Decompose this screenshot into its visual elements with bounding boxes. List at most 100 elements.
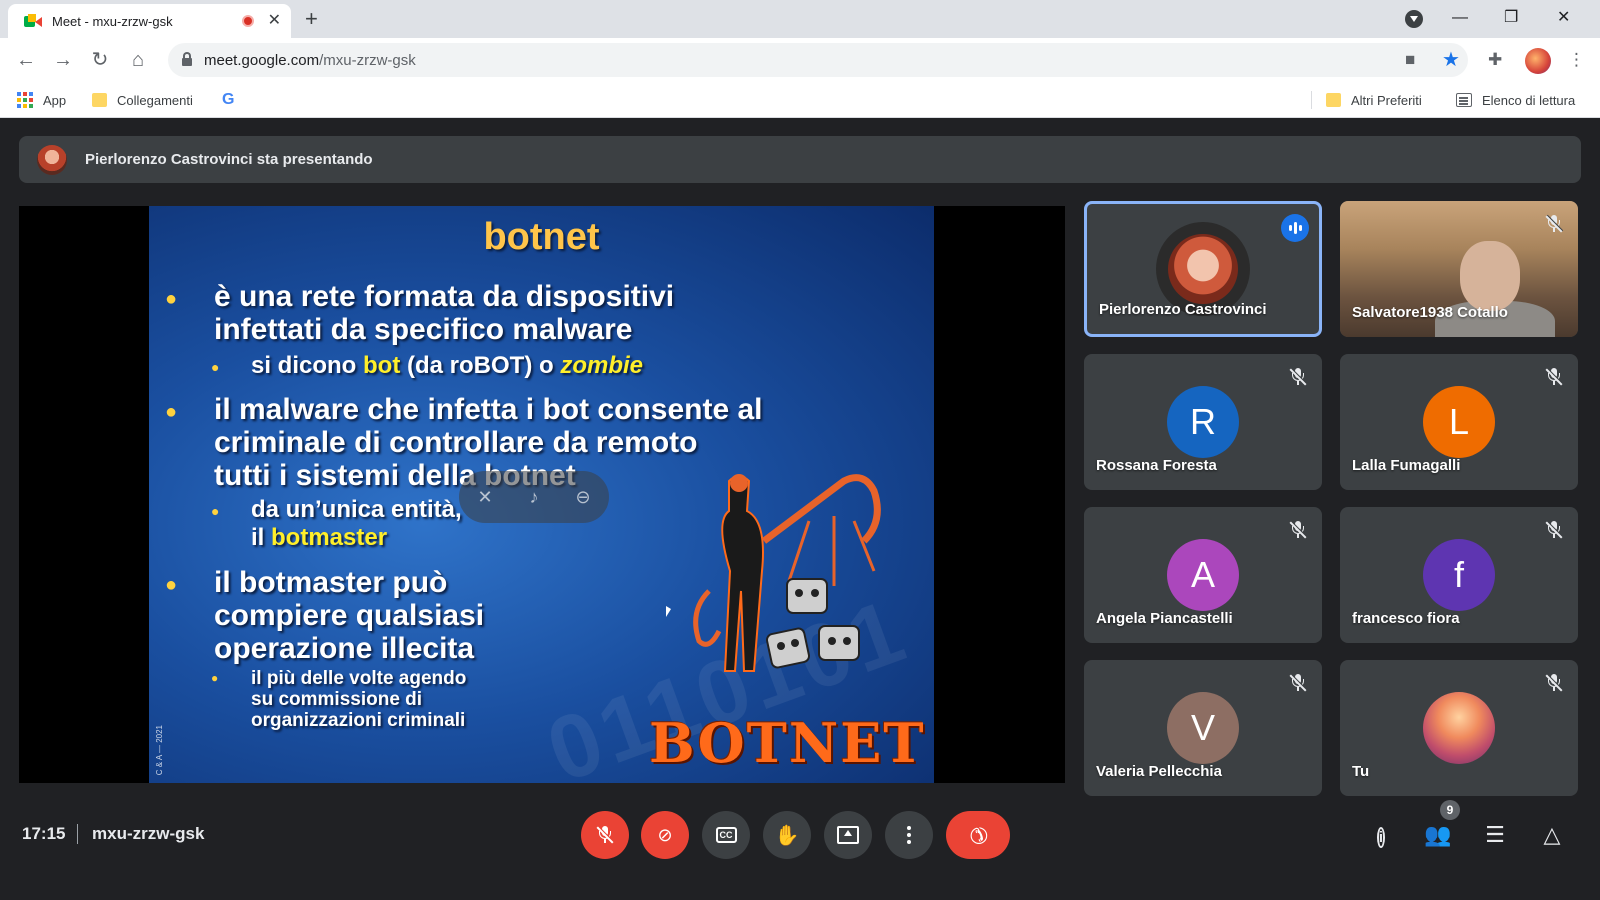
reload-icon[interactable]: ↻ xyxy=(86,46,114,74)
presenting-banner: Pierlorenzo Castrovinci sta presentando xyxy=(19,136,1581,183)
media-controls-icon[interactable] xyxy=(1405,10,1423,28)
microphone-toggle-button[interactable] xyxy=(581,811,629,859)
self-avatar xyxy=(1423,692,1495,764)
folder-icon xyxy=(92,93,107,107)
present-screen-button[interactable] xyxy=(824,811,872,859)
remove-icon[interactable]: ⊖ xyxy=(575,487,590,508)
forward-arrow-icon[interactable]: → xyxy=(49,46,77,74)
bookmark-apps[interactable]: App xyxy=(17,82,66,118)
time-divider xyxy=(77,824,78,844)
google-icon: G xyxy=(222,91,235,108)
bullet-3-sub: il più delle volte agendo su commissione… xyxy=(251,668,467,731)
participant-avatar: f xyxy=(1423,539,1495,611)
meeting-code: mxu-zrzw-gsk xyxy=(92,824,205,843)
profile-avatar[interactable] xyxy=(1525,48,1551,74)
participant-tile[interactable]: Pierlorenzo Castrovinci xyxy=(1084,201,1322,337)
home-icon[interactable]: ⌂ xyxy=(124,46,152,74)
chat-button[interactable]: ☰ xyxy=(1480,820,1510,850)
participant-tile[interactable]: R Rossana Foresta xyxy=(1084,354,1322,490)
bullet-3: il botmaster può compiere qualsiasi oper… xyxy=(214,566,485,665)
browser-toolbar: ← → ↻ ⌂ meet.google.com/mxu-zrzw-gsk ■ ★… xyxy=(0,38,1600,82)
participant-avatar: A xyxy=(1167,539,1239,611)
participant-name: Salvatore1938 Cotallo xyxy=(1352,304,1508,321)
participant-tile[interactable]: V Valeria Pellecchia xyxy=(1084,660,1322,796)
back-arrow-icon[interactable]: ← xyxy=(12,46,40,74)
tab-close-icon[interactable]: ✕ xyxy=(268,13,281,29)
address-bar[interactable]: meet.google.com/mxu-zrzw-gsk xyxy=(168,43,1468,77)
presenting-text: Pierlorenzo Castrovinci sta presentando xyxy=(85,151,373,168)
lock-icon[interactable] xyxy=(182,52,192,66)
chat-icon: ☰ xyxy=(1485,822,1505,847)
url-text[interactable]: meet.google.com/mxu-zrzw-gsk xyxy=(204,52,416,69)
sub-bullet-dot: ● xyxy=(211,503,220,519)
tab-title: Meet - mxu-zrzw-gsk xyxy=(52,13,173,29)
people-button[interactable]: 👥 xyxy=(1423,820,1453,850)
participant-name: Angela Piancastelli xyxy=(1096,610,1233,627)
activities-shapes-icon: △ xyxy=(1543,822,1561,847)
extensions-puzzle-icon[interactable]: ✚ xyxy=(1488,46,1502,74)
browser-tab-strip: Meet - mxu-zrzw-gsk ✕ + — ❐ ✕ xyxy=(0,0,1600,38)
slide-title: botnet xyxy=(483,216,600,258)
participant-name: Tu xyxy=(1352,763,1370,780)
reading-list-button[interactable]: Elenco di lettura xyxy=(1456,82,1575,118)
more-options-button[interactable] xyxy=(885,811,933,859)
participant-tile[interactable]: Salvatore1938 Cotallo xyxy=(1340,201,1578,337)
meeting-control-bar: 17:15 mxu-zrzw-gsk ⊘ CC ✋ ✆ i 👥 9 ☰ △ xyxy=(0,800,1600,900)
meeting-time: 17:15 xyxy=(22,824,66,843)
google-meet-favicon-icon xyxy=(24,13,42,29)
muted-mic-icon xyxy=(1289,368,1307,386)
presenter-avatar xyxy=(37,144,67,175)
camera-toggle-button[interactable]: ⊘ xyxy=(641,811,689,859)
new-tab-button[interactable]: + xyxy=(305,6,318,32)
folder-icon xyxy=(1326,93,1341,107)
botnet-illustration xyxy=(693,474,881,672)
bullet-dot: ● xyxy=(165,401,178,423)
bookmark-star-icon[interactable]: ★ xyxy=(1442,46,1460,74)
presentation-slide: 0110101 botnet ● è una rete formata da d… xyxy=(149,206,934,783)
captions-button[interactable]: CC xyxy=(702,811,750,859)
close-window-icon[interactable]: ✕ xyxy=(1557,6,1570,30)
restore-window-icon[interactable]: ❐ xyxy=(1504,6,1518,30)
participant-tile-self[interactable]: Tu xyxy=(1340,660,1578,796)
participant-tile[interactable]: f francesco fiora xyxy=(1340,507,1578,643)
mute-audio-icon[interactable]: ♪ xyxy=(530,487,539,508)
muted-mic-icon xyxy=(1545,215,1563,233)
muted-mic-icon xyxy=(1289,521,1307,539)
bookmarks-bar: App Collegamenti G Altri Preferiti Elenc… xyxy=(0,82,1600,118)
sub-bullet-dot: ● xyxy=(211,671,219,685)
hang-up-icon: ✆ xyxy=(962,819,994,851)
slide-copyright: C & A — 2021 xyxy=(155,724,164,775)
participant-tile[interactable]: L Lalla Fumagalli xyxy=(1340,354,1578,490)
more-vert-icon xyxy=(907,826,911,844)
leave-call-button[interactable]: ✆ xyxy=(946,811,1010,859)
browser-menu-icon[interactable]: ⋮ xyxy=(1568,46,1585,74)
people-icon: 👥 xyxy=(1424,822,1452,847)
mic-off-icon xyxy=(596,826,614,844)
raise-hand-button[interactable]: ✋ xyxy=(763,811,811,859)
camera-in-use-icon[interactable]: ■ xyxy=(1405,46,1415,74)
captions-icon: CC xyxy=(715,827,737,843)
participant-name: Rossana Foresta xyxy=(1096,457,1217,474)
bookmark-altri-preferiti[interactable]: Altri Preferiti xyxy=(1326,82,1422,118)
participant-tile[interactable]: A Angela Piancastelli xyxy=(1084,507,1322,643)
browser-tab-meet[interactable]: Meet - mxu-zrzw-gsk ✕ xyxy=(8,4,291,38)
minimize-window-icon[interactable]: — xyxy=(1452,6,1468,30)
pin-off-icon[interactable]: ✕ xyxy=(477,487,492,508)
presentation-hover-controls[interactable]: ✕ ♪ ⊖ xyxy=(459,471,609,523)
people-count-badge: 9 xyxy=(1440,800,1460,820)
recording-indicator-icon xyxy=(241,15,254,27)
participant-avatar: V xyxy=(1167,692,1239,764)
participant-name: Pierlorenzo Castrovinci xyxy=(1099,301,1267,318)
present-screen-icon xyxy=(837,826,859,844)
meeting-details-button[interactable]: i xyxy=(1366,820,1396,850)
muted-mic-icon xyxy=(1545,368,1563,386)
presentation-stage[interactable]: 0110101 botnet ● è una rete formata da d… xyxy=(19,206,1065,783)
botnet-logo-text: BOTNET xyxy=(649,711,926,775)
bookmark-google[interactable]: G xyxy=(222,82,234,118)
reading-list-icon xyxy=(1456,93,1472,107)
sub-bullet-dot: ● xyxy=(211,359,220,375)
info-icon: i xyxy=(1376,827,1386,848)
activities-button[interactable]: △ xyxy=(1537,820,1567,850)
bookmark-collegamenti[interactable]: Collegamenti xyxy=(92,82,193,118)
speaking-indicator-icon xyxy=(1281,214,1309,242)
